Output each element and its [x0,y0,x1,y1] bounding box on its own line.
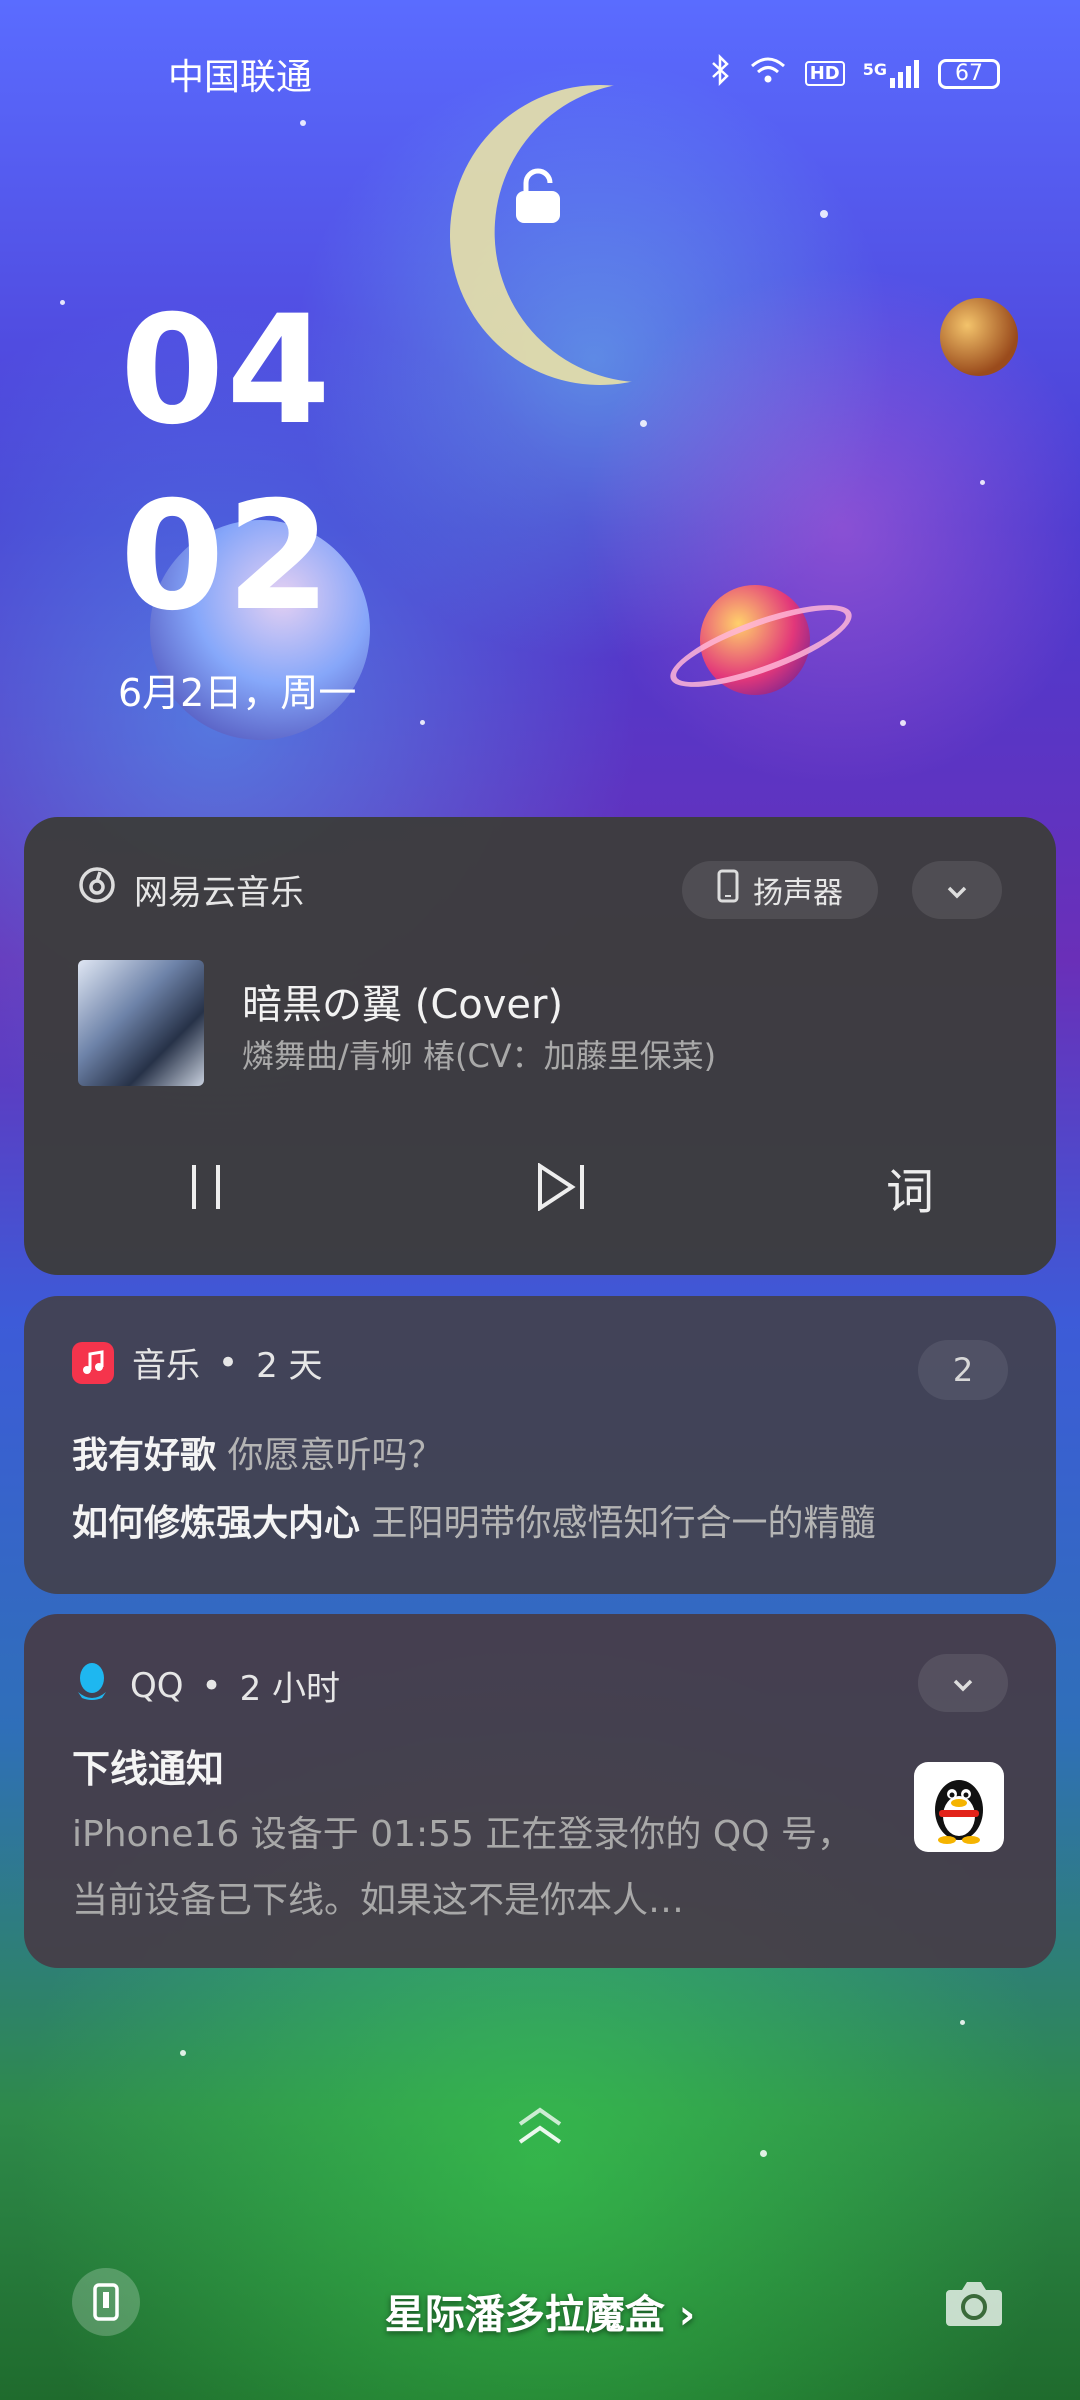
date-label: 6月2日，周一 [118,671,357,715]
media-notification-card[interactable]: 网易云音乐 扬声器 暗黒の翼 (Cover) 燐舞曲/青柳 椿(CV：加藤里保菜… [24,817,1056,1275]
message-text: 王阳明带你感悟知行合一的精髓 [371,1503,876,1544]
camera-icon [946,2282,1002,2326]
chevron-down-icon [945,873,969,908]
qq-avatar [914,1762,1004,1852]
phone-icon [717,869,739,911]
theme-title-link[interactable]: 星际潘多拉魔盒 › [0,2282,1080,2340]
skip-next-icon [538,1163,584,1211]
music-app-name: 音乐 [132,1346,200,1386]
message-title: 我有好歌 [72,1435,217,1476]
music-app-icon [72,1341,114,1384]
camera-shortcut-button[interactable] [940,2272,1008,2332]
wifi-icon [749,55,787,92]
qq-notification-title: 下线通知 [72,1747,225,1791]
music-time-ago: 2 天 [256,1346,323,1386]
notification-count-badge[interactable]: 2 [918,1340,1008,1400]
signal-5g-icon: 5G [862,59,920,88]
message-text: 你愿意听吗？ [227,1435,444,1476]
song-artist: 燐舞曲/青柳 椿(CV：加藤里保菜) [242,1037,717,1075]
bluetooth-icon [711,53,731,93]
qq-time-ago: 2 小时 [239,1669,341,1709]
hd-icon: HD [804,61,845,86]
music-message-2: 如何修炼强大内心 王阳明带你感悟知行合一的精髓 [72,1494,875,1546]
music-message-1: 我有好歌 你愿意听吗？ [72,1426,443,1478]
message-title: 如何修炼强大内心 [72,1503,361,1544]
battery-icon: 67 [938,58,1000,89]
pause-icon [192,1165,220,1209]
qq-notification-body: iPhone16 设备于 01:55 正在登录你的 QQ 号，当前设备已下线。如… [72,1814,853,1921]
lock-icon[interactable] [512,165,564,225]
clock-minute: 02 [120,470,333,644]
separator-dot: • [201,1665,222,1706]
music-app-row: 音乐 • 2 天 [72,1338,323,1387]
qq-notification-card[interactable]: QQ • 2 小时 下线通知 iPhone16 设备于 01:55 正在登录你的… [24,1614,1056,1968]
media-app-name: 网易云音乐 [134,873,304,913]
qq-penguin-icon [72,1660,112,1711]
music-notification-card[interactable]: 音乐 • 2 天 2 我有好歌 你愿意听吗？ 如何修炼强大内心 王阳明带你感悟知… [24,1296,1056,1594]
swipe-up-icon [510,2100,570,2160]
qq-penguin-icon [935,1780,983,1844]
status-bar: 中国联通 HD 5G 67 [0,40,1080,100]
qq-app-name: QQ [130,1665,184,1706]
expand-media-button[interactable] [912,861,1002,919]
clock-hour: 04 [120,284,333,458]
separator-dot: • [218,1342,239,1383]
netease-music-icon [78,866,116,913]
output-device-label: 扬声器 [753,876,843,911]
battery-level: 67 [955,61,983,86]
lyrics-button[interactable]: 词 [870,1147,950,1227]
planet-decoration [940,298,1018,376]
album-cover [78,960,204,1086]
output-device-button[interactable]: 扬声器 [682,861,878,919]
qq-app-row: QQ • 2 小时 [72,1660,340,1711]
status-icons: HD 5G 67 [711,53,1000,93]
next-track-button[interactable] [522,1147,602,1227]
carrier-label: 中国联通 [168,57,313,98]
media-app-row: 网易云音乐 [78,865,304,914]
network-type-label: 5G [862,59,887,79]
song-title: 暗黒の翼 (Cover) [242,982,564,1028]
pause-button[interactable] [166,1147,246,1227]
expand-qq-button[interactable] [918,1654,1008,1712]
chevron-down-icon [951,1666,975,1701]
